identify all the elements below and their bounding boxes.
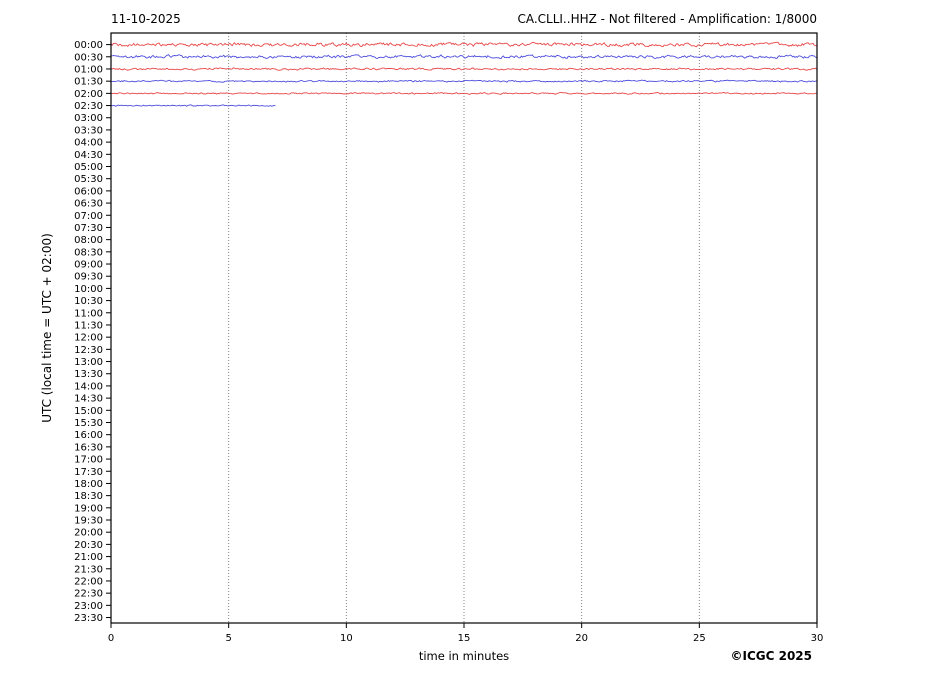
y-tick-label: 14:30 [74, 394, 103, 405]
y-tick-label: 23:00 [74, 601, 103, 612]
y-tick-label: 21:00 [74, 552, 103, 563]
attribution: ©ICGC 2025 [730, 649, 812, 663]
y-tick-label: 16:30 [74, 442, 103, 453]
y-tick-label: 07:00 [74, 211, 103, 222]
y-tick-label: 09:00 [74, 260, 103, 271]
y-tick-label: 00:30 [74, 52, 103, 63]
y-tick-label: 20:00 [74, 528, 103, 539]
y-tick-label: 11:30 [74, 320, 103, 331]
y-tick-label: 14:00 [74, 381, 103, 392]
y-tick-label: 11:00 [74, 308, 103, 319]
y-tick-label: 06:30 [74, 199, 103, 210]
x-tick-label: 5 [225, 633, 231, 644]
y-tick-label: 17:30 [74, 467, 103, 478]
y-tick-label: 19:00 [74, 503, 103, 514]
y-tick-label: 06:00 [74, 186, 103, 197]
y-tick-label: 03:00 [74, 113, 103, 124]
y-tick-label: 04:00 [74, 138, 103, 149]
x-tick-label: 10 [340, 633, 353, 644]
y-tick-label: 12:00 [74, 333, 103, 344]
y-tick-label: 12:30 [74, 345, 103, 356]
seismic-trace-02:30 [110, 104, 276, 107]
y-tick-label: 22:30 [74, 589, 103, 600]
y-tick-label: 18:30 [74, 491, 103, 502]
y-tick-label: 20:30 [74, 540, 103, 551]
y-tick-label: 04:30 [74, 150, 103, 161]
y-tick-label: 15:30 [74, 418, 103, 429]
y-tick-label: 10:30 [74, 296, 103, 307]
helicorder-plot: 00:0000:3001:00 01:3002:0002:3003:0003:30… [74, 32, 824, 644]
y-tick-label: 05:30 [74, 174, 103, 185]
y-tick-label: 21:30 [74, 564, 103, 575]
y-tick-label: 18:00 [74, 479, 103, 490]
y-tick-label: 07:30 [74, 223, 103, 234]
y-tick-label: 10:00 [74, 284, 103, 295]
y-tick-label: 17:00 [74, 455, 103, 466]
y-tick-label: 22:00 [74, 576, 103, 587]
y-tick-label: 01:00 [74, 64, 103, 75]
y-tick-label: 05:00 [74, 162, 103, 173]
y-tick-label: 01:30 [74, 77, 103, 88]
y-tick-label: 02:00 [74, 89, 103, 100]
y-tick-label: 03:30 [74, 125, 103, 136]
x-axis-label: time in minutes [418, 649, 510, 663]
y-tick-label: 23:30 [74, 613, 103, 624]
y-tick-label: 09:30 [74, 272, 103, 283]
seismic-trace-02:00 [110, 92, 817, 95]
y-tick-label: 15:00 [74, 406, 103, 417]
y-tick-label: 19:30 [74, 516, 103, 527]
seismic-trace-00:30 [110, 54, 817, 60]
x-tick-label: 20 [575, 633, 588, 644]
y-tick-label: 13:00 [74, 357, 103, 368]
y-tick-label: 00:00 [74, 40, 103, 51]
x-tick-label: 0 [108, 633, 114, 644]
x-tick-label: 30 [811, 633, 824, 644]
helicorder-figure: 11-10-2025 CA.CLLI..HHZ - Not filtered -… [0, 0, 927, 696]
y-tick-label: 02:30 [74, 101, 103, 112]
y-tick-label: 13:30 [74, 369, 103, 380]
y-tick-label: 08:30 [74, 247, 103, 258]
y-tick-label: 16:00 [74, 430, 103, 441]
y-tick-label: 08:00 [74, 235, 103, 246]
x-tick-label: 25 [693, 633, 706, 644]
x-tick-label: 15 [458, 633, 471, 644]
